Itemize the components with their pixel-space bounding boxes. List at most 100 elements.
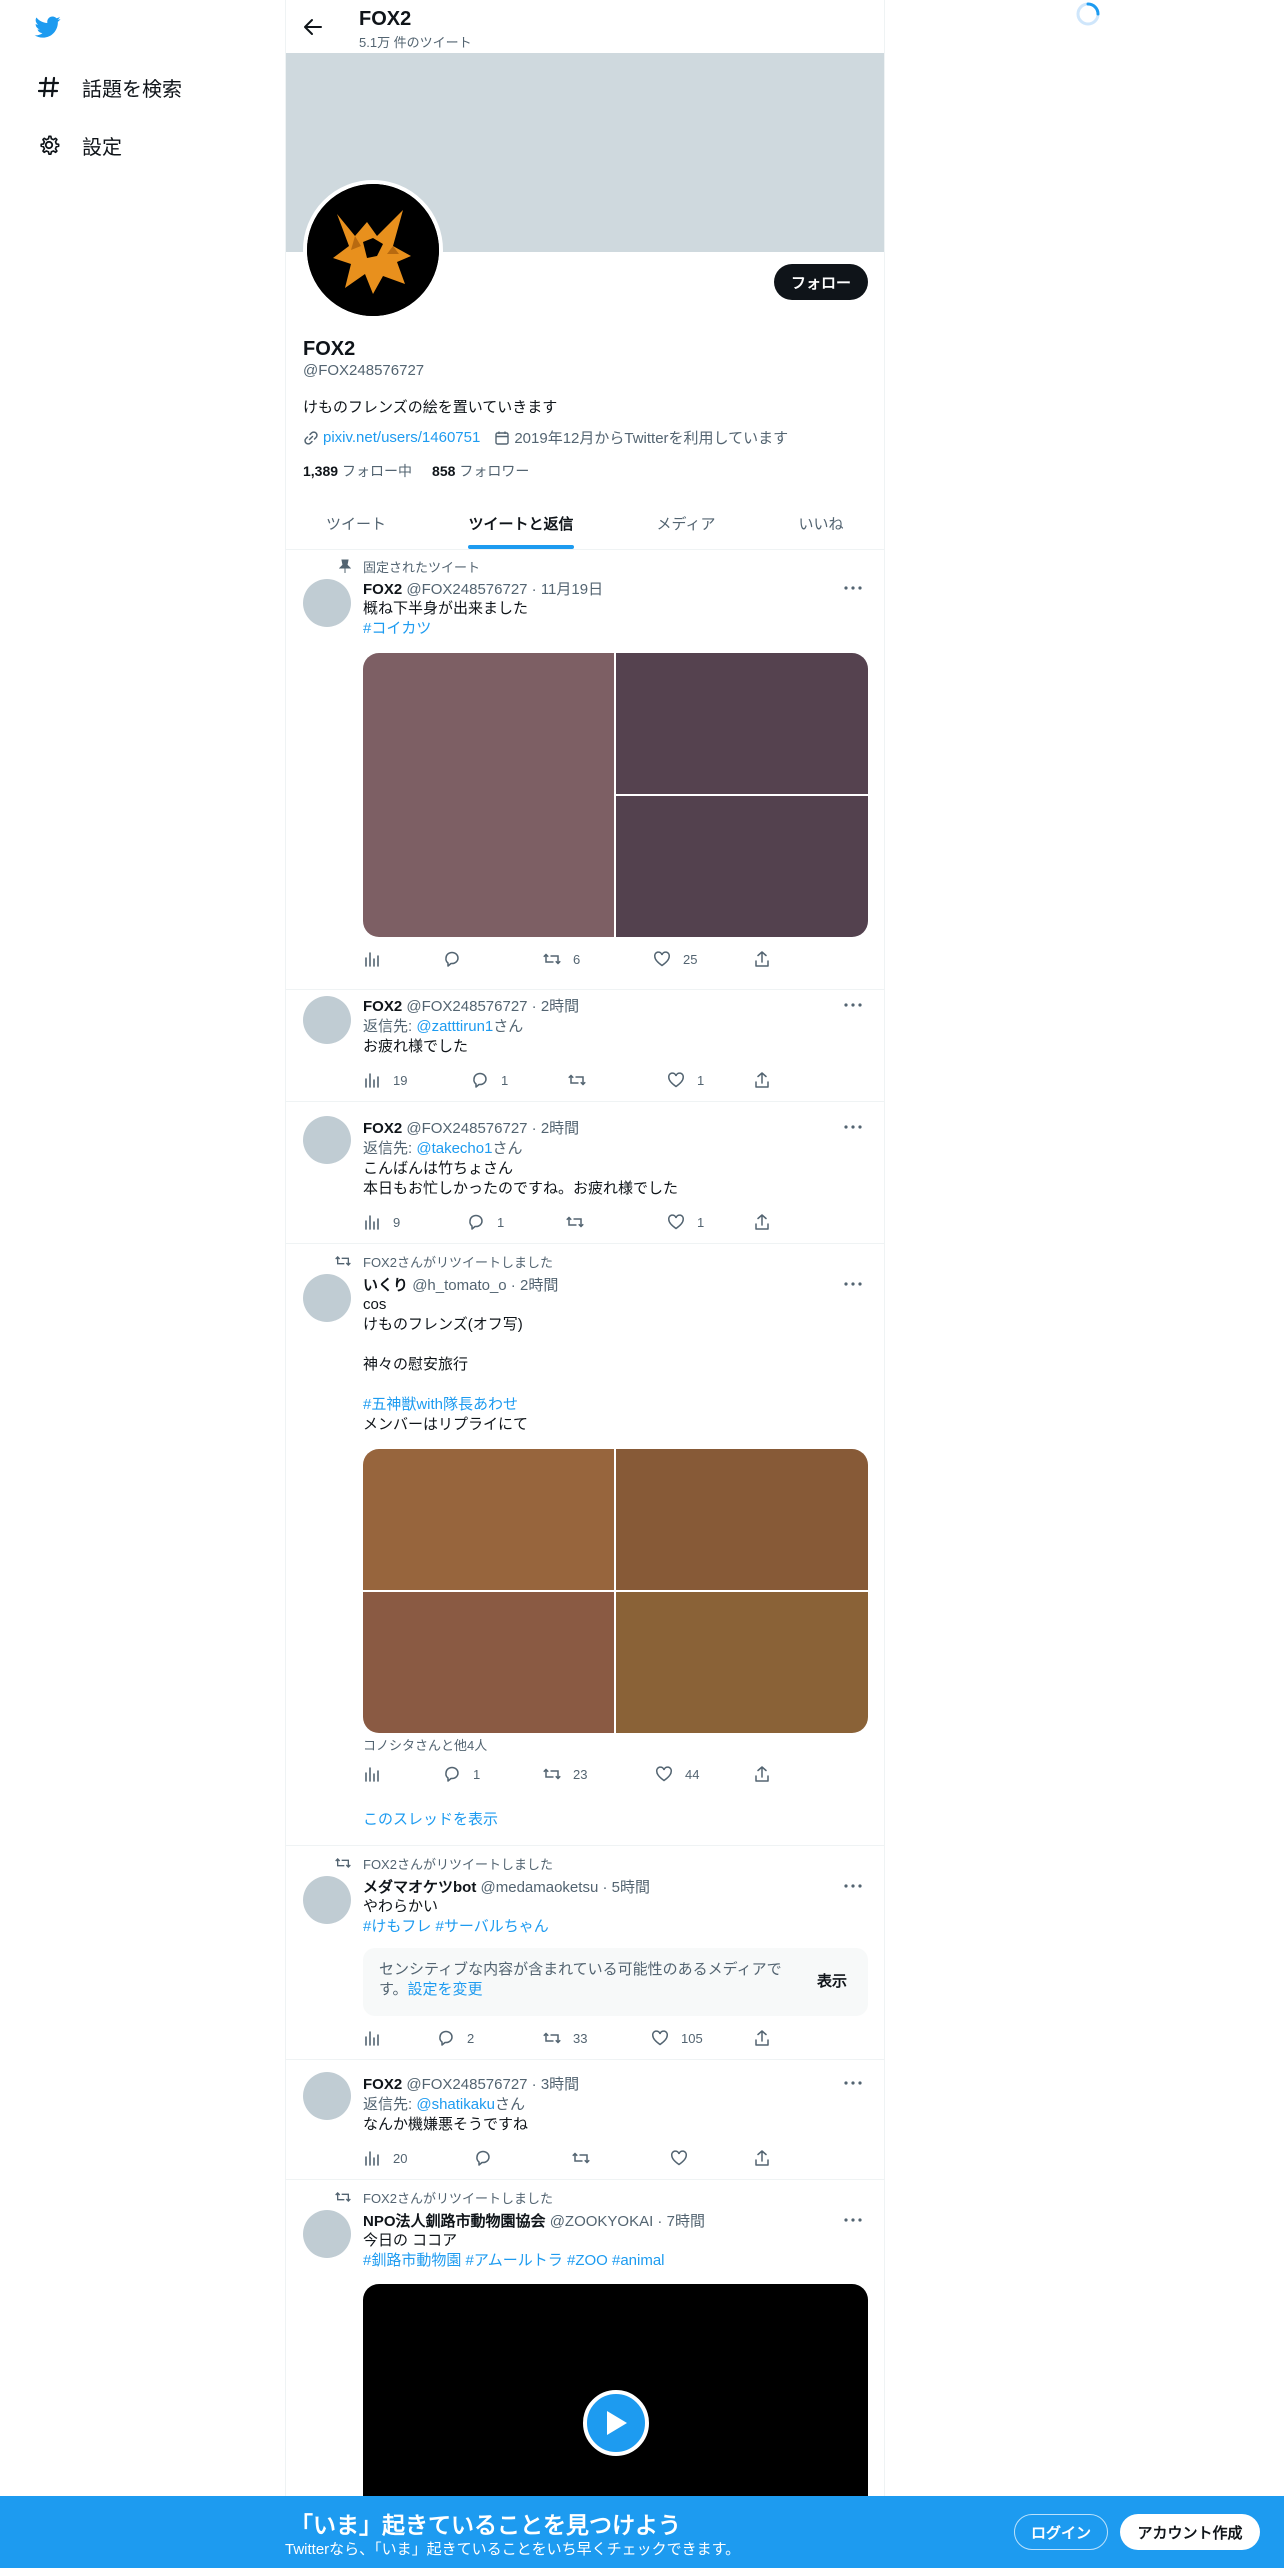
following-stat[interactable]: 1,389 フォロー中 <box>303 461 412 481</box>
author-meta[interactable]: @ZOOKYOKAI · 7時間 <box>550 2213 705 2230</box>
retweet-action[interactable]: 6 <box>543 949 580 969</box>
author-name[interactable]: いくり <box>363 1277 408 1294</box>
media-image[interactable] <box>363 1592 614 1733</box>
media-image[interactable] <box>363 653 614 937</box>
reply-action[interactable]: 2 <box>437 2028 474 2048</box>
more-options-icon[interactable] <box>841 2073 865 2093</box>
author-name[interactable]: メダマオケツbot <box>363 1879 476 1896</box>
media-image[interactable] <box>363 1449 614 1590</box>
author-meta[interactable]: @FOX248576727 · 3時間 <box>406 2076 579 2093</box>
share-action[interactable] <box>753 1212 783 1232</box>
tab-likes[interactable]: いいね <box>756 497 884 550</box>
signup-button[interactable]: アカウント作成 <box>1120 2514 1260 2550</box>
share-action[interactable] <box>753 2028 783 2048</box>
author-name[interactable]: FOX2 <box>363 581 402 598</box>
follow-button[interactable]: フォロー <box>774 264 868 300</box>
back-arrow-icon[interactable] <box>300 14 326 40</box>
show-media-button[interactable]: 表示 <box>817 1970 847 1991</box>
author-name[interactable]: FOX2 <box>363 1120 402 1137</box>
share-action[interactable] <box>753 1764 783 1784</box>
tab-tweets[interactable]: ツイート <box>286 497 426 550</box>
avatar[interactable] <box>303 579 351 627</box>
media-image[interactable] <box>616 653 868 794</box>
reply-action[interactable]: 1 <box>467 1212 504 1232</box>
tweet-retweeted[interactable]: FOX2さんがリツイートしました メダマオケツbot @medamaoketsu… <box>286 1846 884 2060</box>
more-options-icon[interactable] <box>841 1117 865 1137</box>
more-options-icon[interactable] <box>841 2210 865 2230</box>
tab-tweets-and-replies[interactable]: ツイートと返信 <box>426 497 616 550</box>
tweet-reply[interactable]: FOX2 @FOX248576727 · 3時間 返信先: @shatikaku… <box>286 2060 884 2180</box>
avatar[interactable] <box>303 2072 351 2120</box>
tweet-reply[interactable]: FOX2 @FOX248576727 · 2時間 返信先: @takecho1さ… <box>286 1102 884 1244</box>
retweet-label[interactable]: FOX2さんがリツイートしました <box>363 1252 553 1271</box>
avatar[interactable] <box>303 996 351 1044</box>
retweet-label[interactable]: FOX2さんがリツイートしました <box>363 1854 553 1873</box>
like-action[interactable]: 44 <box>655 1764 699 1784</box>
retweet-action[interactable]: 33 <box>543 2028 587 2048</box>
retweet-label[interactable]: FOX2さんがリツイートしました <box>363 2188 553 2207</box>
tweet-reply[interactable]: FOX2 @FOX248576727 · 2時間 返信先: @zatttirun… <box>286 990 884 1102</box>
nav-item-explore[interactable]: 話題を検索 <box>36 67 182 107</box>
more-options-icon[interactable] <box>841 1876 865 1896</box>
hashtag-link[interactable]: #けもフレ #サーバルちゃん <box>363 1917 863 1937</box>
author-meta[interactable]: @FOX248576727 · 2時間 <box>406 998 579 1015</box>
views-action[interactable] <box>363 2028 393 2048</box>
retweet-action[interactable]: 23 <box>543 1764 587 1784</box>
play-icon[interactable] <box>583 2390 649 2456</box>
author-name[interactable]: FOX2 <box>363 998 402 1015</box>
author-meta[interactable]: @FOX248576727 · 11月19日 <box>406 581 603 598</box>
author-name[interactable]: NPO法人釧路市動物園協会 <box>363 2213 546 2230</box>
author-name[interactable]: FOX2 <box>363 2076 402 2093</box>
retweet-action[interactable] <box>568 1070 598 1090</box>
twitter-bird-icon[interactable] <box>33 14 63 40</box>
like-action[interactable]: 1 <box>667 1070 704 1090</box>
profile-avatar[interactable] <box>303 180 443 320</box>
media-image[interactable] <box>616 796 868 937</box>
nav-item-settings[interactable]: 設定 <box>36 125 122 165</box>
tweet-retweeted[interactable]: FOX2さんがリツイートしました いくり @h_tomato_o · 2時間 c… <box>286 1244 884 1846</box>
share-action[interactable] <box>753 2148 783 2168</box>
media-image[interactable] <box>616 1592 868 1733</box>
views-action[interactable] <box>363 1764 393 1784</box>
avatar[interactable] <box>303 2210 351 2258</box>
views-action[interactable]: 20 <box>363 2148 407 2168</box>
change-settings-link[interactable]: 設定を変更 <box>408 1981 483 1998</box>
like-action[interactable]: 25 <box>653 949 697 969</box>
more-options-icon[interactable] <box>841 578 865 598</box>
login-button[interactable]: ログイン <box>1014 2514 1108 2550</box>
more-options-icon[interactable] <box>841 995 865 1015</box>
share-action[interactable] <box>753 949 783 969</box>
reply-action[interactable]: 1 <box>471 1070 508 1090</box>
author-meta[interactable]: @FOX248576727 · 2時間 <box>406 1120 579 1137</box>
retweet-action[interactable] <box>572 2148 602 2168</box>
more-options-icon[interactable] <box>841 1274 865 1294</box>
followers-stat[interactable]: 858 フォロワー <box>432 461 529 481</box>
like-action[interactable]: 1 <box>667 1212 704 1232</box>
like-action[interactable]: 105 <box>651 2028 703 2048</box>
show-thread-link[interactable]: このスレッドを表示 <box>363 1810 863 1830</box>
reply-action[interactable]: 1 <box>443 1764 480 1784</box>
avatar[interactable] <box>303 1876 351 1924</box>
avatar[interactable] <box>303 1274 351 1322</box>
hashtag-link[interactable]: #釧路市動物園 #アムールトラ #ZOO #animal <box>363 2251 863 2271</box>
share-action[interactable] <box>753 1070 783 1090</box>
hashtag-link[interactable]: #五神獣with隊長あわせ <box>363 1395 863 1415</box>
views-action[interactable]: 19 <box>363 1070 407 1090</box>
tweet-pinned[interactable]: 固定されたツイート FOX2 @FOX248576727 · 11月19日 概ね… <box>286 551 884 990</box>
reply-mention[interactable]: @zatttirun1 <box>416 1018 493 1035</box>
tagged-users[interactable]: コノシタさんと他4人 <box>363 1736 863 1756</box>
author-meta[interactable]: @h_tomato_o · 2時間 <box>412 1277 558 1294</box>
profile-website-link[interactable]: pixiv.net/users/1460751 <box>323 429 480 446</box>
views-action[interactable]: 9 <box>363 1212 400 1232</box>
views-action[interactable] <box>363 949 393 969</box>
like-action[interactable] <box>670 2148 700 2168</box>
tab-media[interactable]: メディア <box>616 497 756 550</box>
avatar[interactable] <box>303 1116 351 1164</box>
retweet-action[interactable] <box>566 1212 596 1232</box>
reply-action[interactable] <box>443 949 473 969</box>
reply-action[interactable] <box>474 2148 504 2168</box>
author-meta[interactable]: @medamaoketsu · 5時間 <box>481 1879 650 1896</box>
reply-mention[interactable]: @shatikaku <box>416 2096 495 2113</box>
hashtag-link[interactable]: #コイカツ <box>363 619 863 639</box>
reply-mention[interactable]: @takecho1 <box>416 1140 492 1157</box>
